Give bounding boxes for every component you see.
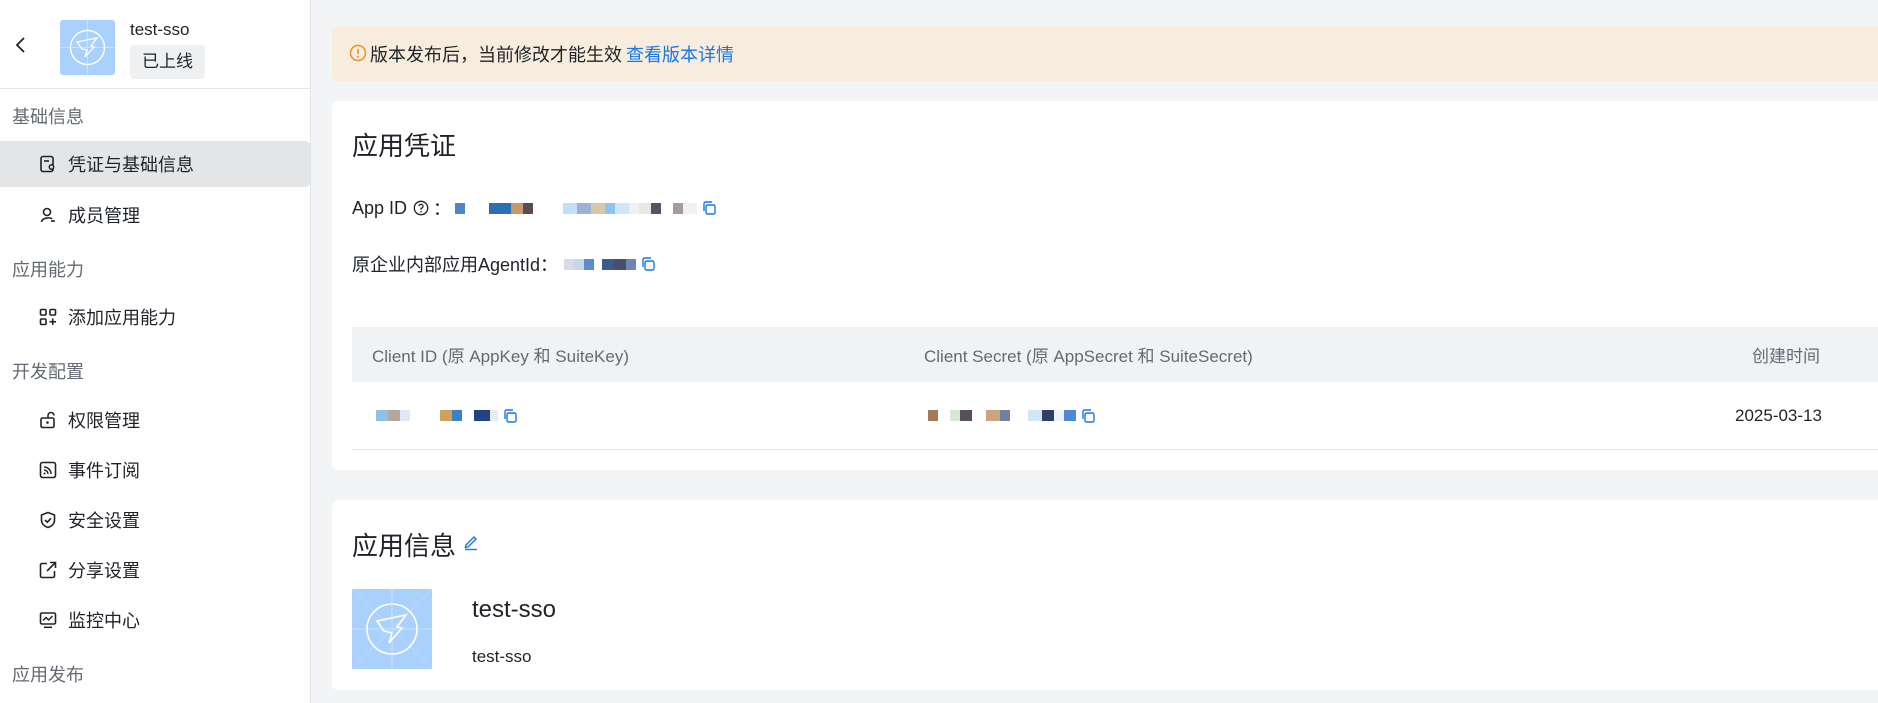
credential-icon bbox=[38, 154, 58, 174]
dingtalk-logo-icon bbox=[352, 589, 432, 669]
rss-icon bbox=[38, 460, 58, 480]
sidebar-item-label: 安全设置 bbox=[68, 511, 140, 531]
help-circle-icon[interactable] bbox=[413, 200, 429, 216]
app-id-row: App ID ： bbox=[352, 195, 717, 221]
apps-add-icon bbox=[38, 307, 58, 327]
sidebar-item-credentials[interactable]: 凭证与基础信息 bbox=[0, 141, 311, 187]
client-id-value-masked bbox=[376, 410, 498, 421]
lock-icon bbox=[38, 410, 58, 430]
created-time-cell: 2025-03-13 bbox=[1735, 405, 1822, 425]
sidebar-item-label: 凭证与基础信息 bbox=[68, 155, 194, 175]
version-details-link[interactable]: 查看版本详情 bbox=[626, 41, 734, 67]
publish-notice: 版本发布后，当前修改才能生效 查看版本详情 bbox=[332, 26, 1878, 81]
client-secret-value-masked bbox=[928, 410, 1076, 421]
copy-client-id-icon[interactable] bbox=[502, 408, 518, 424]
agent-id-label: 原企业内部应用AgentId： bbox=[352, 255, 559, 275]
person-icon bbox=[38, 205, 58, 225]
section-title-capabilities: 应用能力 bbox=[12, 260, 84, 280]
app-header: test-sso 已上线 bbox=[0, 0, 310, 89]
credentials-card: 应用凭证 App ID ： 原企业内部应用AgentId： Client ID … bbox=[332, 101, 1878, 470]
copy-agent-id-icon[interactable] bbox=[640, 256, 656, 272]
table-row: 2025-03-13 bbox=[352, 382, 1878, 450]
sidebar-item-permissions[interactable]: 权限管理 bbox=[0, 397, 311, 443]
sidebar-item-label: 权限管理 bbox=[68, 411, 140, 431]
edit-icon[interactable] bbox=[462, 533, 480, 551]
notice-text: 版本发布后，当前修改才能生效 bbox=[370, 44, 622, 65]
app-root: test-sso 已上线 基础信息 凭证与基础信息 成员管理 应用能力 添加应用… bbox=[0, 0, 1878, 703]
sidebar: test-sso 已上线 基础信息 凭证与基础信息 成员管理 应用能力 添加应用… bbox=[0, 0, 311, 703]
app-id-colon: ： bbox=[433, 199, 452, 219]
sidebar-item-members[interactable]: 成员管理 bbox=[0, 192, 311, 238]
app-info-name: test-sso bbox=[472, 596, 557, 623]
copy-client-secret-icon[interactable] bbox=[1080, 408, 1096, 424]
sidebar-item-label: 监控中心 bbox=[68, 611, 140, 631]
table-header: Client ID (原 AppKey 和 SuiteKey) Client S… bbox=[352, 327, 1878, 382]
main-content: 版本发布后，当前修改才能生效 查看版本详情 应用凭证 App ID ： 原企业内… bbox=[312, 0, 1878, 703]
sidebar-item-label: 成员管理 bbox=[68, 206, 140, 226]
share-icon bbox=[38, 560, 58, 580]
status-badge: 已上线 bbox=[130, 45, 205, 79]
section-title-dev-config: 开发配置 bbox=[12, 362, 84, 382]
app-name: test-sso bbox=[130, 20, 190, 39]
shield-icon bbox=[38, 510, 58, 530]
client-id-cell bbox=[352, 408, 924, 424]
app-info-logo bbox=[352, 589, 432, 669]
agent-id-row: 原企业内部应用AgentId： bbox=[352, 251, 656, 277]
sidebar-item-label: 添加应用能力 bbox=[68, 308, 176, 328]
dingtalk-logo-icon bbox=[60, 20, 115, 75]
client-secret-cell bbox=[924, 408, 1654, 424]
section-title-publish: 应用发布 bbox=[12, 665, 84, 685]
header-client-id: Client ID (原 AppKey 和 SuiteKey) bbox=[372, 347, 629, 366]
app-id-label: App ID bbox=[352, 197, 408, 218]
app-id-value-masked bbox=[455, 202, 698, 214]
credentials-table: Client ID (原 AppKey 和 SuiteKey) Client S… bbox=[352, 327, 1878, 450]
sidebar-item-share[interactable]: 分享设置 bbox=[0, 547, 311, 593]
header-client-secret: Client Secret (原 AppSecret 和 SuiteSecret… bbox=[924, 347, 1253, 366]
app-info-title: 应用信息 bbox=[352, 531, 457, 561]
monitor-icon bbox=[38, 610, 58, 630]
sidebar-item-monitor[interactable]: 监控中心 bbox=[0, 597, 311, 643]
sidebar-item-security[interactable]: 安全设置 bbox=[0, 497, 311, 543]
agent-id-value-masked bbox=[564, 258, 637, 270]
copy-app-id-icon[interactable] bbox=[701, 200, 717, 216]
warning-circle-icon bbox=[349, 44, 367, 62]
sidebar-item-add-capability[interactable]: 添加应用能力 bbox=[0, 294, 311, 340]
app-info-card: 应用信息 test-sso test-sso bbox=[332, 500, 1878, 690]
app-logo bbox=[60, 20, 115, 75]
credentials-title: 应用凭证 bbox=[352, 131, 457, 161]
sidebar-item-label: 事件订阅 bbox=[68, 461, 140, 481]
app-info-description: test-sso bbox=[472, 647, 532, 666]
chevron-left-icon bbox=[15, 37, 25, 53]
section-title-basic: 基础信息 bbox=[12, 107, 84, 127]
header-created-time: 创建时间 bbox=[1752, 347, 1820, 366]
back-button[interactable] bbox=[10, 34, 32, 56]
sidebar-item-label: 分享设置 bbox=[68, 561, 140, 581]
sidebar-item-events[interactable]: 事件订阅 bbox=[0, 447, 311, 493]
